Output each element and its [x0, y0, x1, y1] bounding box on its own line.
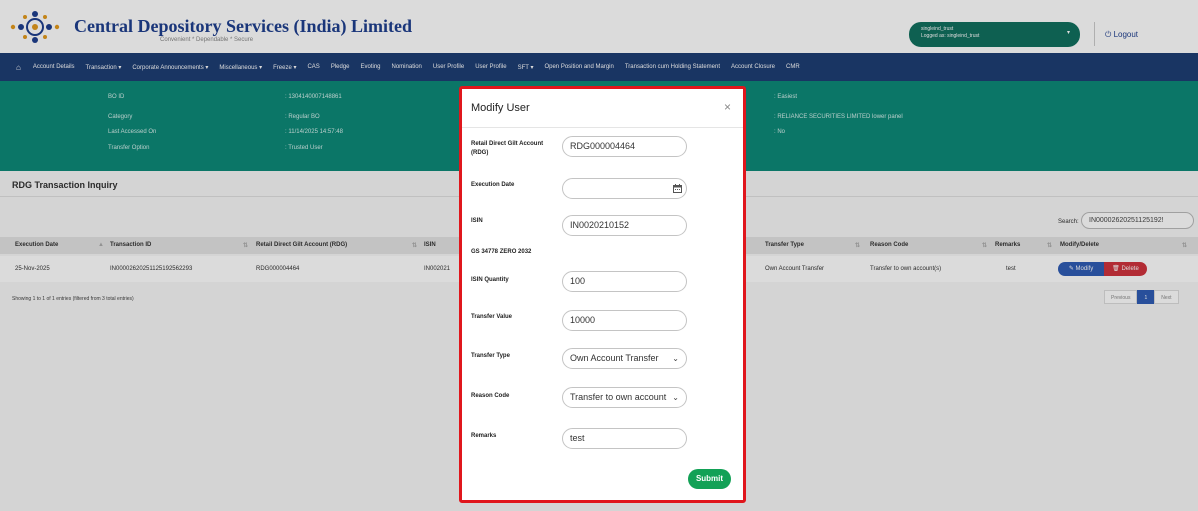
- transfer-type-select[interactable]: Own Account Transfer ⌄: [562, 348, 687, 369]
- transfer-type-label: Transfer Type: [471, 353, 510, 359]
- isin-quantity-input[interactable]: 100: [562, 271, 687, 292]
- modify-user-modal: Modify User × Retail Direct Gilt Account…: [462, 89, 743, 500]
- remarks-label: Remarks: [471, 433, 497, 439]
- chevron-down-icon: ⌄: [672, 393, 679, 402]
- chevron-down-icon: ⌄: [672, 354, 679, 363]
- reason-code-label: Reason Code: [471, 393, 510, 399]
- remarks-input[interactable]: test: [562, 428, 687, 449]
- execution-date-label: Execution Date: [471, 182, 515, 188]
- close-icon[interactable]: ×: [724, 100, 731, 114]
- isin-description: GS 34778 ZERO 2032: [471, 249, 532, 255]
- reason-code-value: Transfer to own account: [570, 392, 667, 402]
- modal-divider: [462, 127, 743, 128]
- rdg-input[interactable]: RDG000004464: [562, 136, 687, 157]
- modal-title: Modify User: [471, 102, 530, 114]
- transfer-type-value: Own Account Transfer: [570, 353, 659, 363]
- isin-quantity-label: ISIN Quantity: [471, 277, 509, 283]
- isin-input[interactable]: IN0020210152: [562, 215, 687, 236]
- reason-code-select[interactable]: Transfer to own account ⌄: [562, 387, 687, 408]
- transfer-value-input[interactable]: 10000: [562, 310, 687, 331]
- calendar-icon[interactable]: [667, 178, 687, 199]
- submit-button[interactable]: Submit: [688, 469, 731, 489]
- isin-label: ISIN: [471, 218, 483, 224]
- rdg-label: Retail Direct Gilt Account (RDG): [471, 141, 544, 156]
- transfer-value-label: Transfer Value: [471, 314, 513, 320]
